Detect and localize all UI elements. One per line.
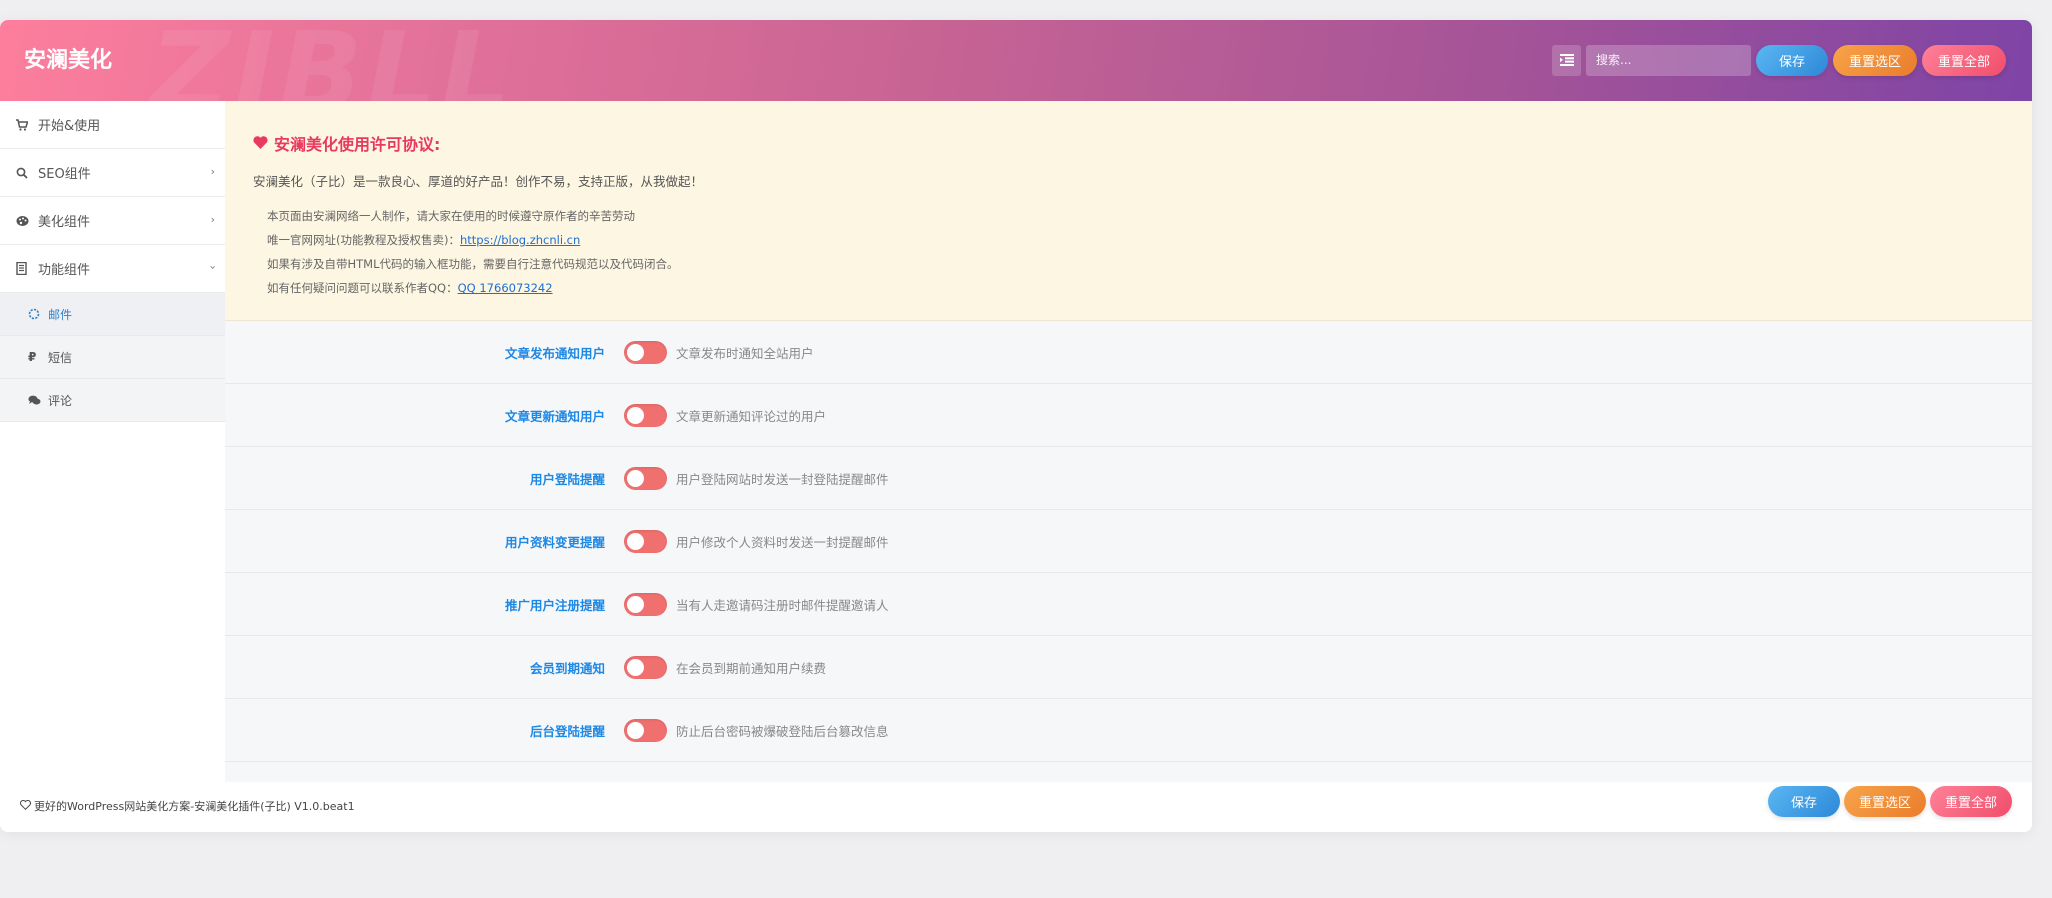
sidebar-item-features[interactable]: 功能组件 ›: [0, 245, 225, 293]
option-label: 用户登陆提醒: [529, 471, 605, 487]
list-indent-icon: [1559, 54, 1574, 66]
option-label: 会员到期通知: [529, 660, 605, 676]
header-bar: ZIBLL 安澜美化 保存 重置选区 重置全部: [0, 20, 2032, 101]
footer-reset-section-button[interactable]: 重置选区: [1844, 786, 1926, 817]
website-link[interactable]: https://blog.zhcnli.cn: [460, 233, 580, 247]
sidebar-item-label: 功能组件: [38, 263, 91, 278]
chevron-down-icon: ›: [206, 265, 220, 270]
option-description: 防止后台密码被爆破登陆后台篡改信息: [676, 723, 889, 739]
notice-line: 如有任何疑问问题可以联系作者QQ：QQ 1766073242: [253, 276, 2004, 300]
sidebar-subitem-label: 评论: [48, 393, 73, 408]
sidebar-subitem-comments[interactable]: 评论: [0, 379, 225, 422]
sidebar-item-label: 美化组件: [38, 215, 91, 230]
sidebar: 开始&使用 SEO组件 › 美化组件 › 功能组件 › 邮件 ₽ 短信 评论: [0, 101, 225, 782]
chevron-right-icon: ›: [210, 213, 215, 226]
option-description: 在会员到期前通知用户续费: [676, 660, 827, 676]
settings-panel: ZIBLL 安澜美化 保存 重置选区 重置全部 开始&使用: [0, 20, 2032, 832]
sidebar-item-label: SEO组件: [38, 167, 91, 182]
notice-title-text: 安澜美化使用许可协议:: [274, 135, 441, 154]
option-description: 文章发布时通知全站用户: [676, 345, 814, 361]
book-icon: [16, 262, 38, 275]
option-label: 用户资料变更提醒: [504, 534, 605, 550]
cart-icon: [16, 118, 38, 131]
sidebar-item-beautify[interactable]: 美化组件 ›: [0, 197, 225, 245]
sidebar-subitem-label: 邮件: [48, 307, 73, 322]
reset-all-button[interactable]: 重置全部: [1922, 44, 2006, 76]
option-toggle[interactable]: [624, 403, 667, 427]
option-description: 用户登陆网站时发送一封登陆提醒邮件: [676, 471, 889, 487]
option-label: 文章更新通知用户: [504, 408, 605, 424]
search-icon: [16, 167, 38, 179]
spinner-icon: [28, 308, 48, 320]
chevron-right-icon: ›: [210, 165, 215, 178]
footer-save-button[interactable]: 保存: [1768, 786, 1840, 817]
option-row: 后台登陆提醒 防止后台密码被爆破登陆后台篡改信息: [225, 699, 2032, 762]
main-content: 安澜美化使用许可协议: 安澜美化（子比）是一款良心、厚道的好产品！创作不易，支持…: [225, 101, 2032, 782]
option-row: 用户资料变更提醒 用户修改个人资料时发送一封提醒邮件: [225, 510, 2032, 573]
save-button[interactable]: 保存: [1756, 44, 1828, 76]
reset-section-button[interactable]: 重置选区: [1833, 44, 1917, 76]
notice-line: 本页面由安澜网络一人制作，请大家在使用的时候遵守原作者的辛苦劳动: [267, 209, 635, 223]
option-description: 文章更新通知评论过的用户: [676, 408, 827, 424]
header-toolbar: 保存 重置选区 重置全部: [1552, 44, 2006, 76]
sidebar-subitem-mail[interactable]: 邮件: [0, 293, 225, 336]
comments-icon: [28, 395, 48, 406]
option-label: 文章发布通知用户: [504, 345, 605, 361]
option-description: 当有人走邀请码注册时邮件提醒邀请人: [676, 597, 889, 613]
heart-icon: [253, 134, 268, 153]
notice-line-text: 如有任何疑问问题可以联系作者QQ：: [267, 281, 458, 295]
footer-reset-all-button[interactable]: 重置全部: [1930, 786, 2012, 817]
option-row: 文章发布通知用户 文章发布时通知全站用户: [225, 321, 2032, 384]
option-row: 会员到期通知 在会员到期前通知用户续费: [225, 636, 2032, 699]
option-row: 推广用户注册提醒 当有人走邀请码注册时邮件提醒邀请人: [225, 573, 2032, 636]
option-toggle[interactable]: [624, 466, 667, 490]
notice-title: 安澜美化使用许可协议:: [253, 131, 2004, 155]
header-watermark: ZIBLL: [150, 20, 515, 101]
sidebar-subitem-sms[interactable]: ₽ 短信: [0, 336, 225, 379]
sidebar-subitem-label: 短信: [48, 350, 73, 365]
option-label: 推广用户注册提醒: [504, 597, 605, 613]
expand-all-button[interactable]: [1552, 44, 1581, 76]
option-row: 文章更新通知用户 文章更新通知评论过的用户: [225, 384, 2032, 447]
palette-icon: [16, 215, 38, 227]
notice-lead: 安澜美化（子比）是一款良心、厚道的好产品！创作不易，支持正版，从我做起！: [253, 174, 704, 189]
sidebar-item-label: 开始&使用: [38, 119, 101, 134]
footer-actions: 保存 重置选区 重置全部: [1768, 786, 2012, 817]
option-toggle[interactable]: [624, 340, 667, 364]
footer-credit: 更好的WordPress网站美化方案-安澜美化插件(子比) V1.0.beat1: [20, 798, 355, 814]
license-notice: 安澜美化使用许可协议: 安澜美化（子比）是一款良心、厚道的好产品！创作不易，支持…: [225, 101, 2032, 321]
search-input[interactable]: [1586, 44, 1751, 76]
option-toggle[interactable]: [624, 655, 667, 679]
ruble-icon: ₽: [28, 350, 37, 364]
sidebar-item-seo[interactable]: SEO组件 ›: [0, 149, 225, 197]
heart-outline-icon: [20, 799, 31, 813]
notice-line: 如果有涉及自带HTML代码的输入框功能，需要自行注意代码规范以及代码闭合。: [267, 257, 679, 271]
option-toggle[interactable]: [624, 529, 667, 553]
qq-contact-link[interactable]: QQ 1766073242: [458, 281, 553, 295]
option-toggle[interactable]: [624, 592, 667, 616]
sidebar-item-getting-started[interactable]: 开始&使用: [0, 101, 225, 149]
footer-text: 更好的WordPress网站美化方案-安澜美化插件(子比) V1.0.beat1: [34, 800, 355, 813]
footer-bar: 更好的WordPress网站美化方案-安澜美化插件(子比) V1.0.beat1…: [0, 782, 2032, 832]
notice-line-text: 唯一官网网址(功能教程及授权售卖)：: [267, 233, 460, 247]
option-toggle[interactable]: [624, 718, 667, 742]
brand-title: 安澜美化: [24, 48, 113, 73]
option-label: 后台登陆提醒: [529, 723, 605, 739]
option-row: 用户登陆提醒 用户登陆网站时发送一封登陆提醒邮件: [225, 447, 2032, 510]
notice-line: 唯一官网网址(功能教程及授权售卖)：https://blog.zhcnli.cn: [253, 228, 2004, 252]
option-description: 用户修改个人资料时发送一封提醒邮件: [676, 534, 889, 550]
